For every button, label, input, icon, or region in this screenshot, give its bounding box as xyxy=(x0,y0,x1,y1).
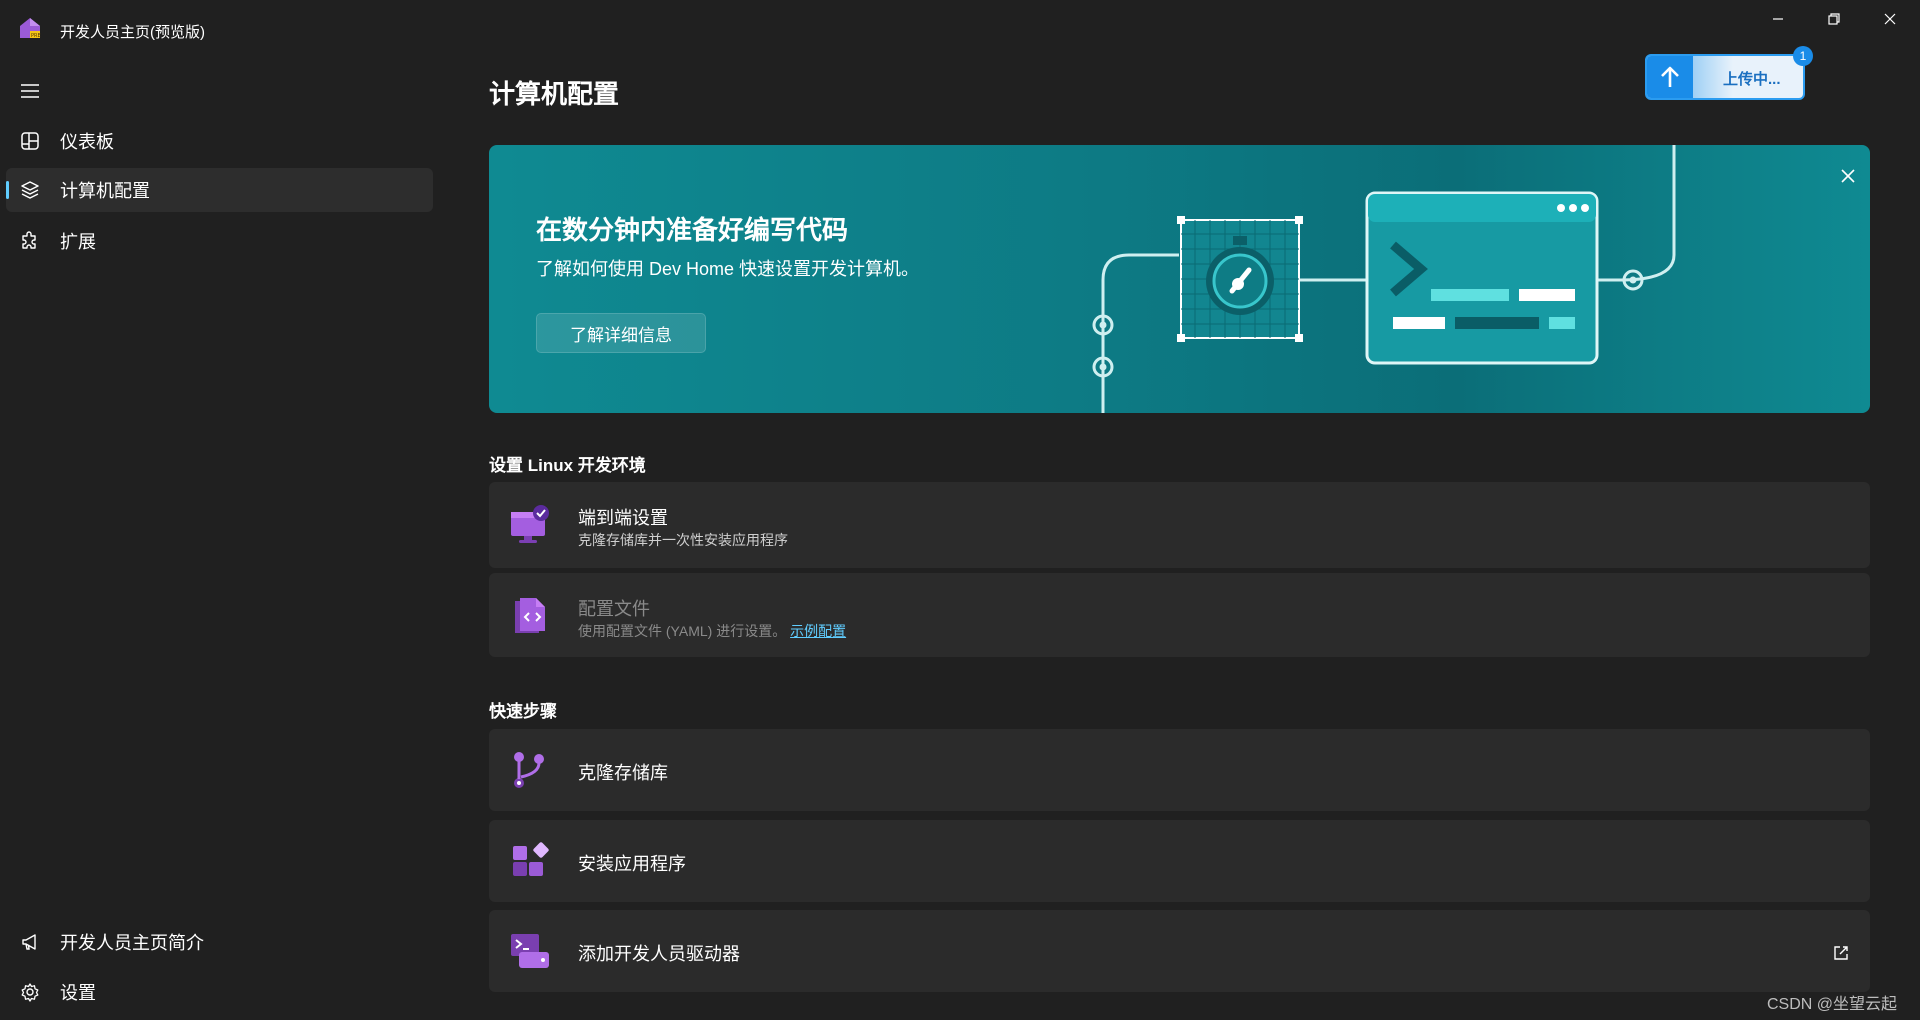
getting-started-banner: 在数分钟内准备好编写代码 了解如何使用 Dev Home 快速设置开发计算机。 … xyxy=(489,145,1870,413)
sidebar-item-label: 扩展 xyxy=(60,232,96,252)
svg-text:PRE: PRE xyxy=(31,33,41,39)
hamburger-icon xyxy=(21,84,39,98)
layers-icon xyxy=(21,181,39,199)
puzzle-icon xyxy=(22,231,36,249)
monitor-check-icon xyxy=(511,505,549,543)
card-title: 克隆存储库 xyxy=(578,763,668,783)
card-title: 端到端设置 xyxy=(578,508,668,528)
banner-title: 在数分钟内准备好编写代码 xyxy=(536,215,849,245)
sidebar-item-machine-config[interactable]: 计算机配置 xyxy=(6,168,433,212)
arrow-up-icon xyxy=(1661,66,1679,87)
learn-more-button[interactable]: 了解详细信息 xyxy=(536,313,706,353)
gear-icon xyxy=(21,983,39,1002)
restore-icon xyxy=(1828,13,1840,25)
window-title: 开发人员主页(预览版) xyxy=(60,24,205,41)
upload-arrow-block xyxy=(1647,56,1693,98)
section-header-quick-steps: 快速步骤 xyxy=(489,702,557,721)
upload-label: 上传中... xyxy=(1723,71,1781,88)
card-title: 添加开发人员驱动器 xyxy=(578,944,740,964)
minimize-icon xyxy=(1773,18,1783,20)
clone-repository-card[interactable]: 克隆存储库 xyxy=(489,729,1870,811)
banner-description: 了解如何使用 Dev Home 快速设置开发计算机。 xyxy=(536,259,920,279)
apps-icon xyxy=(513,842,549,876)
title-bar: PRE 开发人员主页(预览版) xyxy=(0,0,1920,60)
restore-button[interactable] xyxy=(1806,0,1862,38)
install-applications-card[interactable]: 安装应用程序 xyxy=(489,820,1870,902)
sidebar-item-label: 计算机配置 xyxy=(60,181,150,201)
upload-count-badge: 1 xyxy=(1793,46,1813,66)
minimize-button[interactable] xyxy=(1750,0,1806,38)
sidebar-item-whats-new[interactable]: 开发人员主页简介 xyxy=(6,920,433,964)
end-to-end-setup-card[interactable]: 端到端设置 克隆存储库并一次性安装应用程序 xyxy=(489,482,1870,568)
megaphone-icon xyxy=(22,934,36,950)
sidebar-item-settings[interactable]: 设置 xyxy=(6,970,433,1014)
sidebar-item-label: 设置 xyxy=(60,983,96,1003)
watermark-text: CSDN @坐望云起 xyxy=(1767,996,1898,1013)
sidebar-item-label: 开发人员主页简介 xyxy=(60,933,204,953)
section-header-linux: 设置 Linux 开发环境 xyxy=(489,456,646,475)
close-icon xyxy=(1841,169,1855,183)
card-subtitle-text: 使用配置文件 (YAML) 进行设置。 xyxy=(578,623,787,639)
open-external-icon xyxy=(1834,946,1848,960)
card-subtitle: 使用配置文件 (YAML) 进行设置。 示例配置 xyxy=(578,621,846,641)
dev-home-house-icon: PRE xyxy=(20,18,41,39)
banner-close-button[interactable] xyxy=(1835,163,1861,189)
selection-indicator xyxy=(6,181,9,199)
close-window-button[interactable] xyxy=(1862,0,1918,38)
card-title: 安装应用程序 xyxy=(578,854,686,874)
dev-drive-icon xyxy=(511,934,549,968)
hamburger-menu-button[interactable] xyxy=(16,80,44,102)
sidebar-item-label: 仪表板 xyxy=(60,132,114,152)
code-file-icon xyxy=(515,598,545,633)
git-branch-icon xyxy=(514,752,544,788)
configuration-file-card[interactable]: 配置文件 使用配置文件 (YAML) 进行设置。 示例配置 xyxy=(489,573,1870,657)
close-icon xyxy=(1884,13,1896,25)
sample-config-link[interactable]: 示例配置 xyxy=(790,623,846,639)
dashboard-icon xyxy=(21,132,39,150)
upload-status-button[interactable]: 上传中... xyxy=(1645,54,1805,100)
sidebar-item-extensions[interactable]: 扩展 xyxy=(6,219,433,263)
card-title: 配置文件 xyxy=(578,599,650,619)
sidebar-item-dashboard[interactable]: 仪表板 xyxy=(6,119,433,163)
add-dev-drive-card[interactable]: 添加开发人员驱动器 xyxy=(489,910,1870,992)
card-subtitle: 克隆存储库并一次性安装应用程序 xyxy=(578,532,788,548)
page-title: 计算机配置 xyxy=(489,79,620,109)
